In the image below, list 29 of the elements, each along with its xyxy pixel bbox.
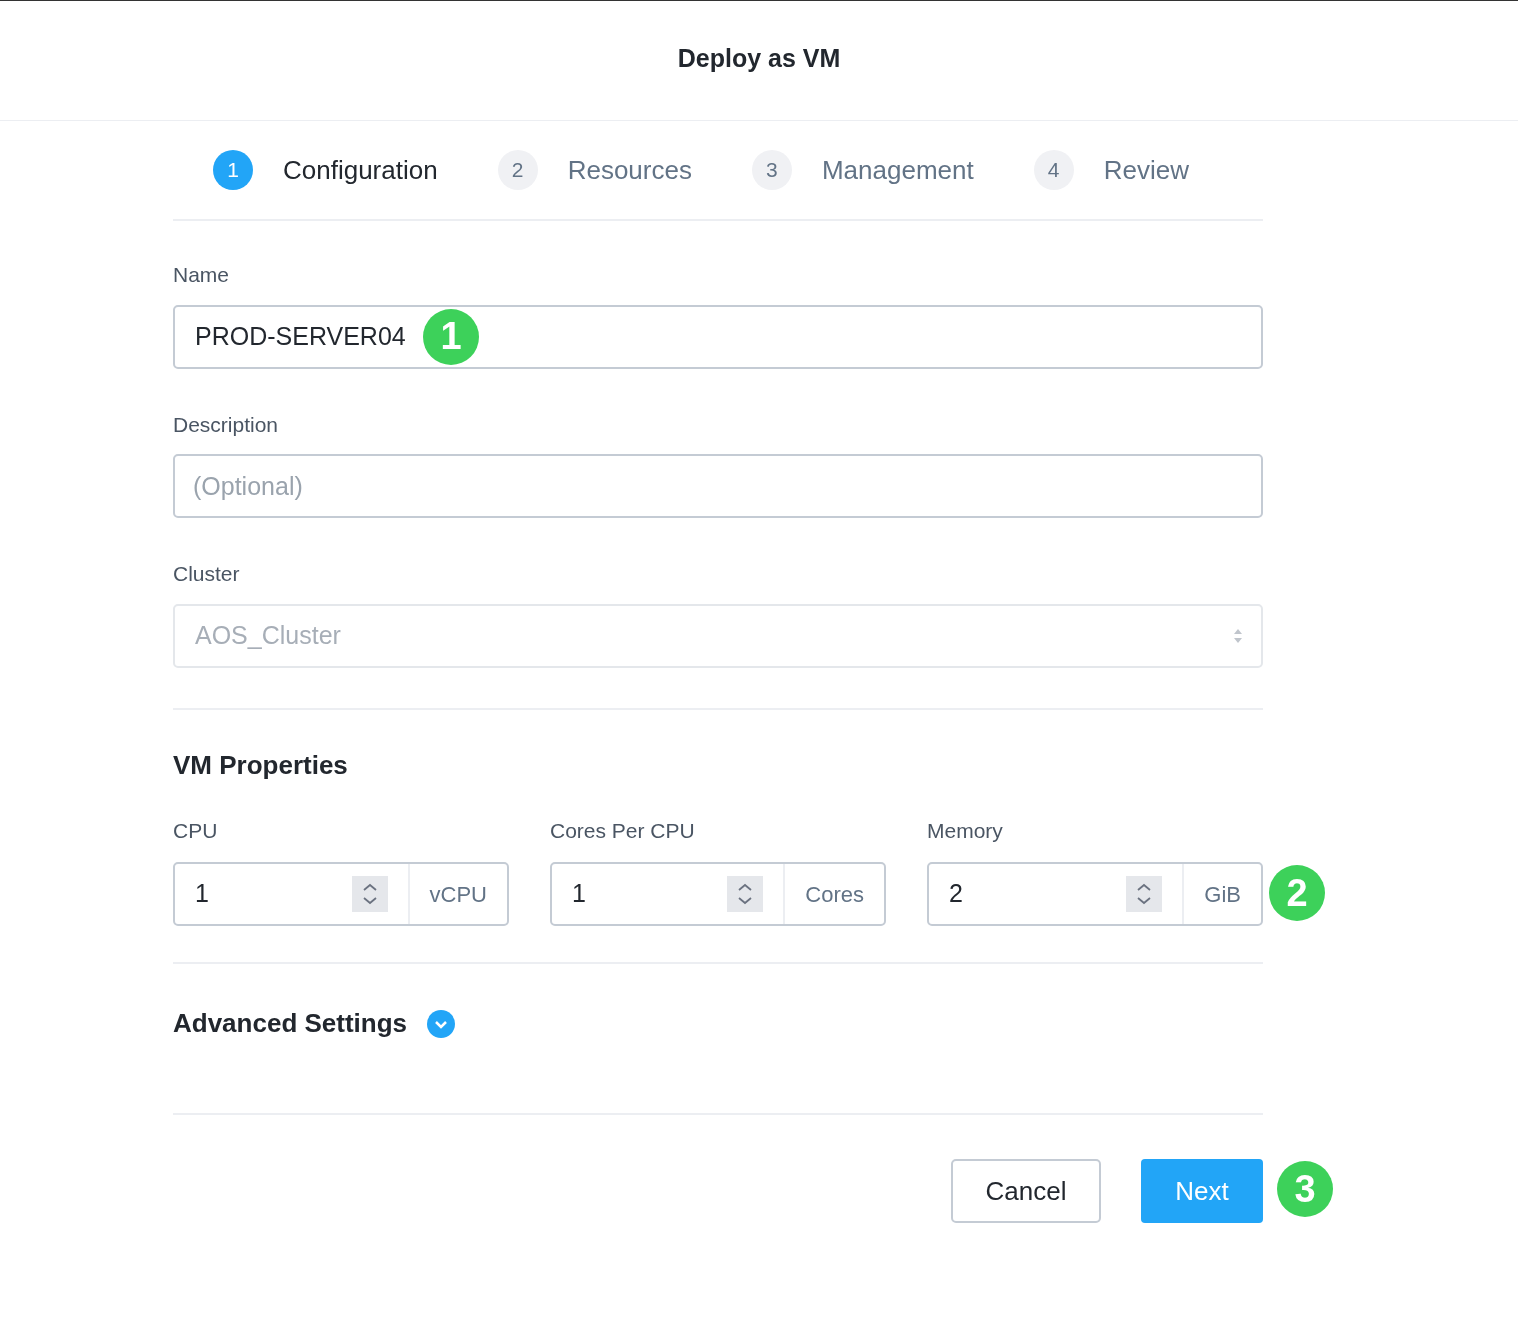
- number-field[interactable]: 1 Cores: [550, 862, 886, 926]
- field-label: Cores Per CPU: [550, 817, 695, 844]
- field-label: CPU: [173, 817, 218, 844]
- sort-arrows-icon: [1233, 627, 1243, 644]
- spinner-icon[interactable]: [1126, 876, 1163, 912]
- number-field[interactable]: 1 vCPU: [173, 862, 509, 926]
- dialog-title: Deploy as VM: [677, 42, 841, 74]
- spinner-icon[interactable]: [727, 876, 764, 912]
- field-label: Description: [173, 411, 279, 438]
- cancel-button[interactable]: Cancel: [951, 1159, 1101, 1223]
- description-field[interactable]: (Optional): [173, 454, 1263, 518]
- advanced-settings-toggle[interactable]: Advanced Settings: [173, 1004, 456, 1043]
- chevron-down-icon: [427, 1009, 456, 1038]
- wizard-step-tab[interactable]: 3 Management: [751, 150, 974, 190]
- callout-badge: 1: [423, 308, 479, 365]
- section-heading: VM Properties: [173, 748, 348, 782]
- unit-label: vCPU: [407, 864, 507, 924]
- callout-badge: 3: [1277, 1161, 1333, 1217]
- spinner-icon[interactable]: [351, 876, 388, 912]
- callout-badge: 2: [1269, 865, 1325, 921]
- field-label: Memory: [927, 817, 1003, 844]
- field-label: Name: [173, 262, 230, 288]
- wizard-step-tab[interactable]: 1 Configuration: [213, 150, 438, 190]
- unit-label: GiB: [1182, 864, 1261, 924]
- field-label: Cluster: [173, 561, 240, 587]
- unit-label: Cores: [783, 864, 884, 924]
- wizard-step-tab[interactable]: 4 Review: [1033, 150, 1189, 190]
- number-field[interactable]: 2 GiB: [927, 862, 1263, 926]
- wizard-step-tab[interactable]: 2 Resources: [497, 150, 692, 190]
